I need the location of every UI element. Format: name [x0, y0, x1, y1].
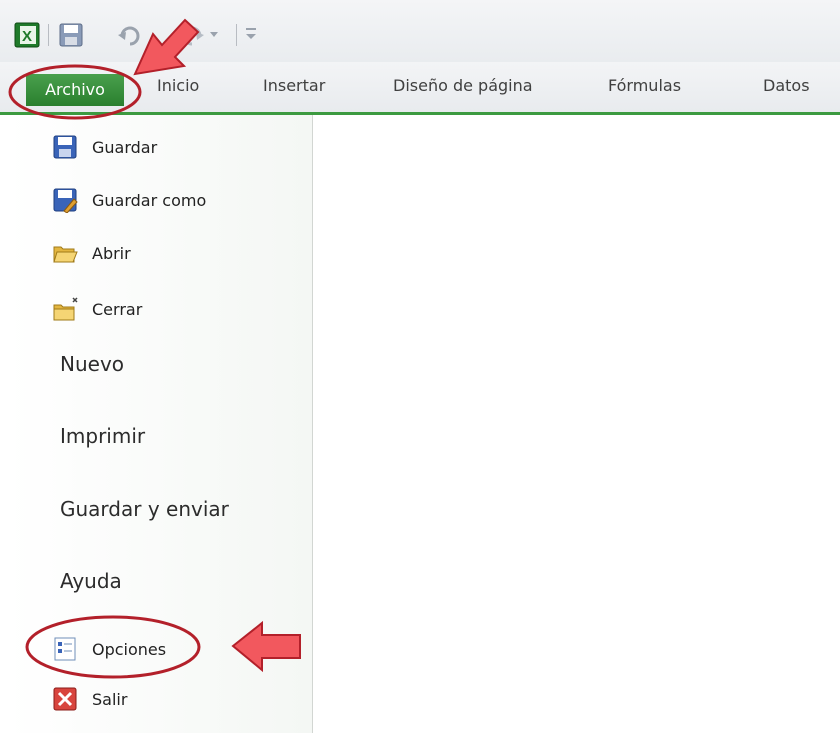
close-folder-icon [53, 297, 78, 321]
tab-archivo[interactable]: Archivo [26, 74, 124, 106]
ribbon-tab-bar: Archivo Inicio Insertar Diseño de página… [0, 62, 840, 115]
tab-diseno-de-pagina[interactable]: Diseño de página [393, 76, 533, 95]
guardar-y-enviar-section[interactable]: Guardar y enviar [60, 497, 229, 521]
qat-separator [48, 24, 49, 46]
guardar-command[interactable]: Guardar [52, 130, 157, 164]
undo-icon[interactable] [116, 22, 142, 48]
options-icon [54, 637, 76, 661]
exit-icon [53, 687, 77, 711]
save-icon[interactable] [58, 22, 84, 48]
svg-text:X: X [22, 28, 32, 45]
excel-logo-icon[interactable]: X [14, 22, 42, 48]
nuevo-section[interactable]: Nuevo [60, 352, 124, 376]
cerrar-command[interactable]: Cerrar [52, 292, 142, 326]
abrir-command[interactable]: Abrir [52, 236, 131, 270]
salir-command[interactable]: Salir [52, 682, 127, 716]
opciones-label: Opciones [92, 639, 167, 659]
cerrar-label: Cerrar [92, 299, 143, 319]
tab-datos[interactable]: Datos [763, 76, 810, 95]
open-folder-icon [53, 246, 78, 263]
ayuda-section[interactable]: Ayuda [60, 569, 122, 593]
qat-separator [236, 24, 237, 46]
customize-qat-icon[interactable] [244, 26, 258, 42]
save-icon [53, 135, 77, 159]
opciones-command[interactable]: Opciones [52, 632, 166, 666]
guardar-como-label: Guardar como [92, 190, 207, 210]
dropdown-arrow-icon[interactable] [208, 30, 220, 40]
salir-label: Salir [92, 689, 128, 709]
tab-inicio[interactable]: Inicio [157, 76, 199, 95]
guardar-label: Guardar [92, 137, 158, 157]
tab-insertar[interactable]: Insertar [263, 76, 325, 95]
backstage-content-area [313, 115, 840, 733]
tab-formulas[interactable]: Fórmulas [608, 76, 681, 95]
imprimir-section[interactable]: Imprimir [60, 424, 145, 448]
quick-access-toolbar: X [0, 0, 840, 62]
abrir-label: Abrir [92, 243, 131, 263]
redo-icon[interactable] [180, 22, 206, 48]
save-as-icon [53, 188, 78, 213]
guardar-como-command[interactable]: Guardar como [52, 183, 206, 217]
backstage-menu: Guardar Guardar como Abrir Cerrar Nuevo … [8, 115, 313, 733]
